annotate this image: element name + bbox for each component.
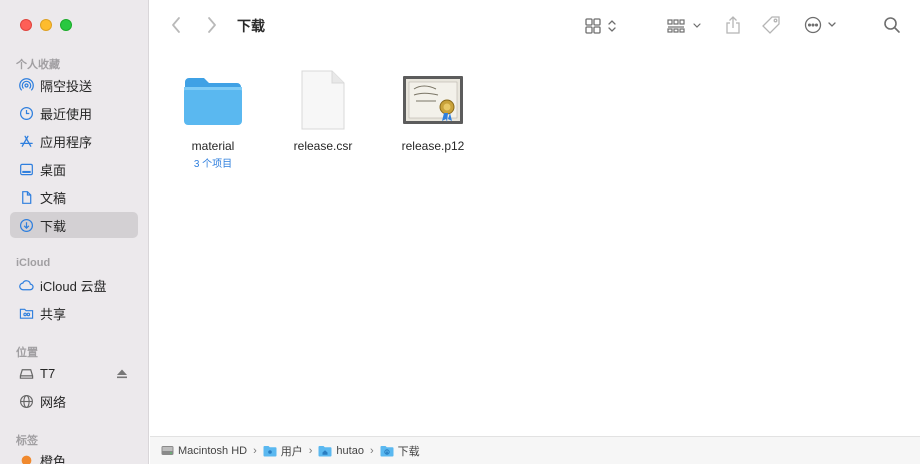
blank-document-icon bbox=[273, 66, 373, 134]
shared-folder-icon bbox=[18, 305, 34, 321]
path-item-hutao[interactable]: hutao bbox=[318, 445, 364, 457]
item-count: 3 个项目 bbox=[193, 159, 233, 170]
download-icon bbox=[18, 217, 34, 233]
sidebar-item-label: 应用程序 bbox=[40, 134, 93, 150]
chevron-right-icon: › bbox=[308, 444, 313, 457]
file-item-release-csr[interactable]: release.csr bbox=[273, 66, 373, 153]
sidebar-item-airdrop[interactable]: 隔空投送 bbox=[10, 72, 138, 98]
tag-icon bbox=[762, 16, 780, 34]
action-button[interactable] bbox=[804, 16, 840, 34]
section-title-icloud: iCloud bbox=[16, 257, 51, 269]
sidebar-item-label: iCloud 云盘 bbox=[40, 278, 107, 294]
sidebar-item-label: 文稿 bbox=[40, 190, 67, 206]
hard-disk-icon bbox=[161, 444, 174, 457]
window-title: 下载 bbox=[237, 18, 265, 34]
drive-icon bbox=[18, 365, 34, 381]
chevron-left-icon bbox=[172, 17, 180, 33]
sidebar-item-label: 桌面 bbox=[40, 162, 67, 178]
path-item-downloads[interactable]: 下载 bbox=[380, 443, 420, 459]
toolbar: 下载 bbox=[150, 0, 920, 52]
eject-icon[interactable] bbox=[116, 367, 128, 385]
path-item-label: Macintosh HD bbox=[178, 444, 248, 457]
search-button[interactable] bbox=[883, 16, 901, 34]
sidebar-item-documents[interactable]: 文稿 bbox=[10, 184, 138, 210]
path-bar: Macintosh HD › 用户 › hutao › 下载 bbox=[150, 436, 920, 464]
forward-button[interactable] bbox=[206, 16, 218, 34]
sidebar-item-label: 下载 bbox=[40, 218, 67, 234]
sidebar-item-t7[interactable]: T7 bbox=[10, 360, 138, 386]
chevron-right-icon: › bbox=[253, 444, 257, 457]
sidebar-item-desktop[interactable]: 桌面 bbox=[10, 156, 138, 182]
sidebar-item-label: 网络 bbox=[40, 394, 67, 410]
sidebar-item-tag-orange[interactable]: 橙色 bbox=[10, 447, 138, 464]
downloads-folder-icon bbox=[380, 445, 394, 457]
folder-icon bbox=[263, 445, 277, 457]
network-icon bbox=[18, 393, 34, 409]
cloud-icon bbox=[18, 277, 34, 293]
path-item-label: hutao bbox=[336, 444, 364, 457]
path-item-macintosh-hd[interactable]: Macintosh HD bbox=[161, 444, 247, 457]
desktop-icon bbox=[18, 161, 34, 177]
certificate-icon bbox=[383, 66, 483, 134]
section-title-favorites: 个人收藏 bbox=[16, 59, 60, 71]
icon-grid-icon bbox=[585, 18, 616, 34]
sidebar-item-label: 隔空投送 bbox=[40, 78, 93, 94]
tag-button[interactable] bbox=[761, 15, 783, 35]
close-button[interactable] bbox=[20, 19, 32, 31]
share-button[interactable] bbox=[724, 15, 742, 35]
share-icon bbox=[726, 16, 740, 34]
document-icon bbox=[18, 189, 34, 205]
path-item-label: 下载 bbox=[397, 445, 420, 458]
tag-dot-icon bbox=[18, 452, 34, 464]
home-folder-icon bbox=[318, 445, 332, 457]
folder-icon bbox=[163, 66, 263, 134]
view-mode-button[interactable] bbox=[585, 17, 619, 35]
back-button[interactable] bbox=[170, 16, 182, 34]
group-button[interactable] bbox=[667, 17, 703, 35]
more-options-icon bbox=[804, 16, 836, 34]
sidebar-item-label: T7 bbox=[40, 365, 56, 381]
clock-icon bbox=[18, 105, 34, 121]
section-title-locations: 位置 bbox=[16, 347, 38, 359]
sidebar-item-icloud-drive[interactable]: iCloud 云盘 bbox=[10, 272, 138, 298]
file-name: material bbox=[191, 139, 235, 153]
sidebar-item-network[interactable]: 网络 bbox=[10, 388, 138, 414]
group-grid-icon bbox=[667, 19, 701, 33]
file-name: release.csr bbox=[293, 139, 353, 153]
zoom-button[interactable] bbox=[60, 19, 72, 31]
path-item-label: 用户 bbox=[280, 445, 303, 458]
applications-icon bbox=[18, 133, 34, 149]
file-item-material[interactable]: material 3 个项目 bbox=[163, 66, 263, 170]
chevron-right-icon: › bbox=[369, 444, 374, 457]
chevron-right-icon bbox=[208, 17, 216, 33]
file-name: release.p12 bbox=[401, 139, 465, 153]
sidebar-item-recents[interactable]: 最近使用 bbox=[10, 100, 138, 126]
sidebar-item-shared[interactable]: 共享 bbox=[10, 300, 138, 326]
content-area: 下载 material 3 个项目 release.csr release.p1… bbox=[150, 0, 920, 464]
sidebar-item-applications[interactable]: 应用程序 bbox=[10, 128, 138, 154]
minimize-button[interactable] bbox=[40, 19, 52, 31]
sidebar-item-downloads[interactable]: 下载 bbox=[10, 212, 138, 238]
section-title-tags: 标签 bbox=[16, 435, 38, 447]
airdrop-icon bbox=[18, 77, 34, 93]
sidebar-item-label: 橙色 bbox=[40, 453, 67, 464]
sidebar-item-label: 共享 bbox=[40, 306, 67, 322]
file-item-release-p12[interactable]: release.p12 bbox=[383, 66, 483, 153]
sidebar: 个人收藏 隔空投送 最近使用 应用程序 桌面 文稿 下载 iCloud iClo… bbox=[0, 0, 149, 464]
sidebar-item-label: 最近使用 bbox=[40, 106, 93, 122]
search-icon bbox=[884, 17, 900, 33]
path-item-users[interactable]: 用户 bbox=[263, 443, 303, 459]
